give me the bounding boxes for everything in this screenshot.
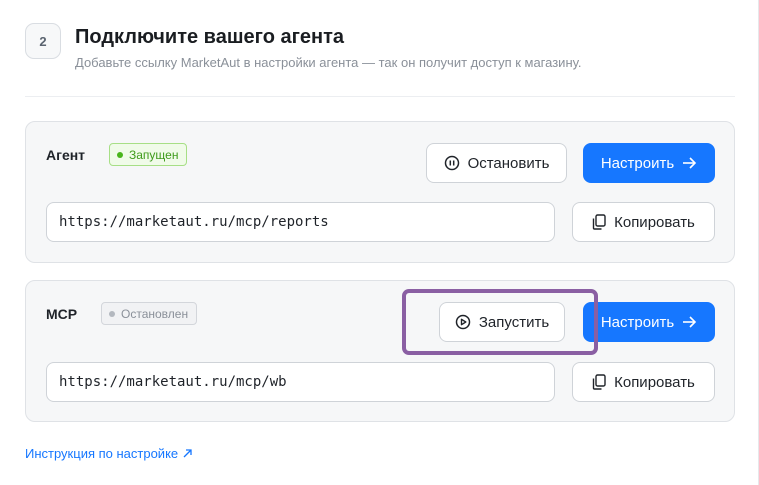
arrow-right-icon (682, 315, 697, 329)
setup-instructions-label: Инструкция по настройке (25, 446, 179, 461)
url-value: https://marketaut.ru/mcp/reports (59, 214, 329, 230)
card-name: MCP (46, 306, 78, 322)
play-circle-icon (455, 314, 471, 330)
url-field[interactable]: https://marketaut.ru/mcp/wb (46, 362, 555, 402)
external-link-arrow-icon (183, 449, 192, 458)
copy-button[interactable]: Копировать (572, 202, 715, 242)
copy-button-label: Копировать (614, 373, 695, 391)
section-title: Подключите вашего агента (75, 26, 345, 48)
card-name: Агент (46, 147, 86, 163)
status-label: Остановлен (121, 306, 189, 321)
stop-button-label: Остановить (467, 154, 550, 172)
section-subtitle: Добавьте ссылку MarketAut в настройки аг… (75, 55, 582, 70)
url-field[interactable]: https://marketaut.ru/mcp/reports (46, 202, 555, 242)
copy-button-label: Копировать (614, 213, 695, 231)
mcp-card: MCP Остановлен Запустить Настроить https… (25, 280, 735, 422)
setup-instructions-link[interactable]: Инструкция по настройке (25, 446, 192, 461)
copy-button[interactable]: Копировать (572, 362, 715, 402)
configure-button[interactable]: Настроить (583, 302, 715, 342)
step-number-badge: 2 (25, 23, 61, 59)
pause-circle-icon (444, 155, 460, 171)
status-dot-icon (117, 151, 123, 158)
status-badge: Запущен (109, 143, 188, 166)
configure-button[interactable]: Настроить (583, 143, 715, 183)
copy-icon (592, 214, 606, 230)
status-badge: Остановлен (101, 302, 198, 325)
start-button[interactable]: Запустить (439, 302, 565, 342)
start-button-label: Запустить (478, 313, 550, 331)
stop-button[interactable]: Остановить (426, 143, 567, 183)
status-dot-icon (109, 310, 115, 317)
url-value: https://marketaut.ru/mcp/wb (59, 374, 287, 390)
configure-button-label: Настроить (600, 154, 675, 172)
divider (25, 96, 735, 97)
agent-card: Агент Запущен Остановить Настроить https… (25, 121, 735, 263)
configure-button-label: Настроить (600, 313, 675, 331)
copy-icon (592, 374, 606, 390)
arrow-right-icon (682, 156, 697, 170)
status-label: Запущен (129, 147, 179, 162)
